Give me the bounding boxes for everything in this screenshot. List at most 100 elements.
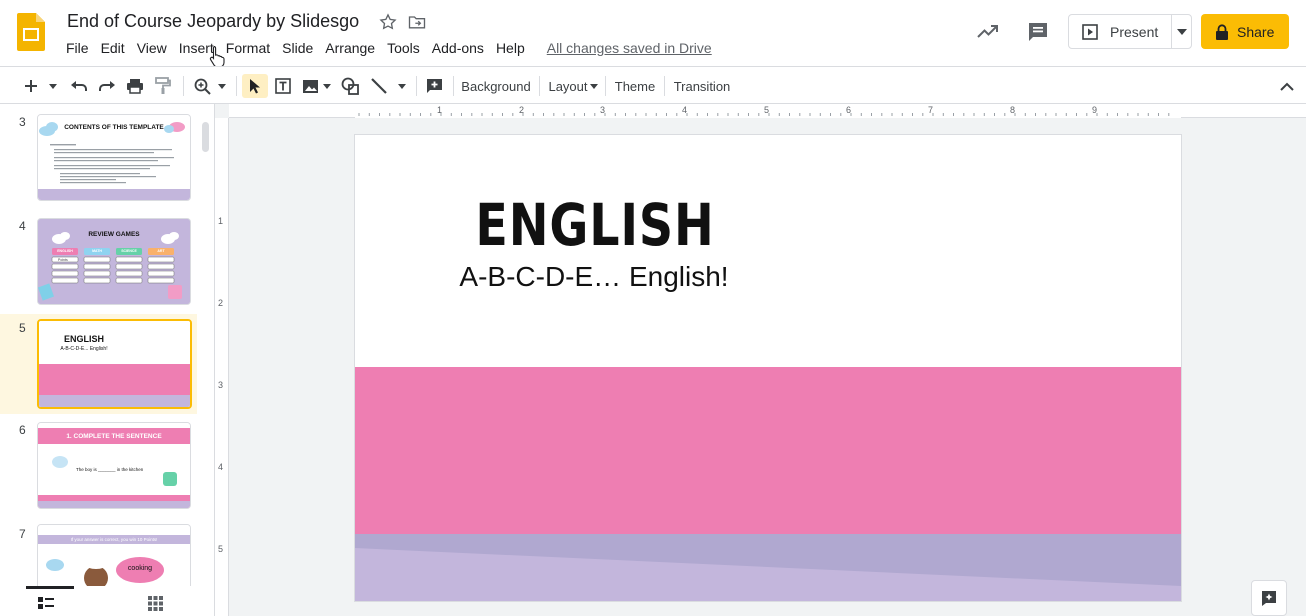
thumbnail-title: REVIEW GAMES <box>88 231 140 238</box>
image-dropdown[interactable] <box>321 74 333 98</box>
undo-button[interactable] <box>68 74 90 98</box>
print-icon <box>127 79 143 94</box>
transition-label: Transition <box>673 78 731 94</box>
current-slide[interactable]: ENGLISH A-B-C-D-E… English! <box>355 135 1181 601</box>
print-button[interactable] <box>124 74 146 98</box>
menu-tools[interactable]: Tools <box>381 38 426 58</box>
star-icon[interactable] <box>378 12 398 32</box>
saved-status-link[interactable]: All changes saved in Drive <box>547 40 712 56</box>
theme-button[interactable]: Theme <box>612 74 658 98</box>
column-art: ART <box>157 249 165 253</box>
thumbnail-column-headers: ENGLISH MATH SCIENCE ART <box>52 249 174 253</box>
slide-title[interactable]: ENGLISH <box>398 191 792 259</box>
horizontal-ruler[interactable]: 1 2 3 4 5 6 7 8 9 <box>229 104 1306 118</box>
background-button[interactable]: Background <box>460 74 532 98</box>
redo-button[interactable] <box>96 74 118 98</box>
lavender-wave-shape[interactable] <box>355 534 1181 601</box>
menu-file[interactable]: File <box>60 38 95 58</box>
ruler-number: 3 <box>600 105 606 115</box>
filmstrip-scrollbar[interactable] <box>202 122 209 152</box>
cursor-arrow-icon <box>250 79 260 94</box>
lock-icon <box>1216 23 1228 40</box>
slide-thumbnail-selected[interactable]: ENGLISH A-B-C-D-E... English! <box>37 319 192 409</box>
collapse-toolbar-button[interactable] <box>1276 74 1298 98</box>
filmstrip-slide-6[interactable]: 6 1. COMPLETE THE SENTENCE The boy is __… <box>0 418 197 518</box>
filmstrip-view-button[interactable] <box>38 596 56 612</box>
vertical-ruler[interactable]: 1 2 3 4 5 <box>215 118 229 616</box>
insert-image-button[interactable] <box>300 74 320 98</box>
slide-filmstrip: 3 CONTENTS OF THIS TEMPLATE 4 REVIEW GAM… <box>0 104 215 616</box>
thumbnail-subtitle: A-B-C-D-E... English! <box>60 346 108 352</box>
thumbnail-title: 1. COMPLETE THE SENTENCE <box>66 433 162 440</box>
editing-toolbar: Background Layout Theme Transition <box>0 66 1306 104</box>
zoom-button[interactable] <box>192 74 212 98</box>
move-to-folder-icon[interactable] <box>407 12 427 32</box>
ruler-number: 6 <box>846 105 852 115</box>
menu-help[interactable]: Help <box>490 38 531 58</box>
slide-thumbnail[interactable]: CONTENTS OF THIS TEMPLATE <box>37 114 191 201</box>
column-math: MATH <box>92 249 102 253</box>
line-dropdown[interactable] <box>396 74 408 98</box>
slide-subtitle[interactable]: A-B-C-D-E… English! <box>355 261 833 293</box>
pink-band-shape[interactable] <box>355 367 1181 534</box>
menu-format[interactable]: Format <box>220 38 276 58</box>
text-box-button[interactable] <box>272 74 294 98</box>
document-title[interactable]: End of Course Jeopardy by Slidesgo <box>67 11 359 32</box>
share-button[interactable]: Share <box>1201 14 1289 49</box>
new-slide-layout-dropdown[interactable] <box>46 74 60 98</box>
chevron-down-icon <box>49 83 57 89</box>
explore-button[interactable] <box>1251 580 1287 616</box>
plus-icon <box>25 80 37 92</box>
paint-format-button[interactable] <box>152 74 174 98</box>
zoom-dropdown[interactable] <box>216 74 228 98</box>
paint-format-icon <box>155 77 171 94</box>
add-comment-button[interactable] <box>423 74 445 98</box>
ruler-number: 1 <box>218 216 224 226</box>
menu-addons[interactable]: Add-ons <box>426 38 490 58</box>
background-label: Background <box>461 78 531 94</box>
hand-cursor-icon <box>209 45 225 67</box>
filmstrip-slide-4[interactable]: 4 REVIEW GAMES ENGLISH MATH SCIENCE ART … <box>0 214 197 314</box>
ruler-number: 2 <box>519 105 525 115</box>
grid-view-icon <box>148 596 163 611</box>
present-play-icon <box>1082 23 1098 40</box>
chevron-down-icon <box>323 83 331 89</box>
explore-icon <box>1262 591 1276 606</box>
list-view-icon <box>38 597 54 609</box>
shape-button[interactable] <box>339 74 361 98</box>
ruler-number: 2 <box>218 298 224 308</box>
line-button[interactable] <box>368 74 390 98</box>
zoom-icon <box>194 78 211 95</box>
layout-button[interactable]: Layout <box>546 74 600 98</box>
menu-edit[interactable]: Edit <box>95 38 131 58</box>
menu-arrange[interactable]: Arrange <box>319 38 381 58</box>
chevron-up-icon <box>1280 82 1294 91</box>
ruler-number: 4 <box>218 462 224 472</box>
thumbnail-cell: Points <box>58 257 68 262</box>
transition-button[interactable]: Transition <box>671 74 733 98</box>
select-tool-button[interactable] <box>242 74 268 98</box>
slide-thumbnail[interactable]: REVIEW GAMES ENGLISH MATH SCIENCE ART Po… <box>37 218 191 305</box>
slides-app: End of Course Jeopardy by Slidesgo File … <box>0 0 1306 616</box>
filmstrip-slide-5[interactable]: 5 ENGLISH A-B-C-D-E... English! <box>0 314 197 414</box>
present-button[interactable]: Present <box>1069 15 1173 48</box>
slide-canvas: 1 2 3 4 5 6 7 8 9 1 2 3 4 5 ENGLISH A-B-… <box>215 104 1306 616</box>
new-slide-button[interactable] <box>22 74 40 98</box>
slide-thumbnail[interactable]: 1. COMPLETE THE SENTENCE The boy is ____… <box>37 422 191 509</box>
slides-logo-icon[interactable] <box>17 13 45 51</box>
grid-view-button[interactable] <box>148 596 166 612</box>
comments-icon[interactable] <box>1026 20 1050 44</box>
present-label: Present <box>1110 23 1159 40</box>
present-options-dropdown[interactable] <box>1172 15 1191 48</box>
ruler-number: 1 <box>437 105 443 115</box>
slide-number: 7 <box>19 527 26 541</box>
add-comment-icon <box>426 78 442 93</box>
filmstrip-slide-3[interactable]: 3 CONTENTS OF THIS TEMPLATE <box>0 110 197 210</box>
ruler-number: 3 <box>218 380 224 390</box>
menu-slide[interactable]: Slide <box>276 38 319 58</box>
app-header: End of Course Jeopardy by Slidesgo File … <box>0 0 1306 67</box>
slide-number: 3 <box>19 115 26 129</box>
activity-trend-icon[interactable] <box>976 20 1000 44</box>
menu-view[interactable]: View <box>131 38 173 58</box>
image-icon <box>302 79 318 93</box>
